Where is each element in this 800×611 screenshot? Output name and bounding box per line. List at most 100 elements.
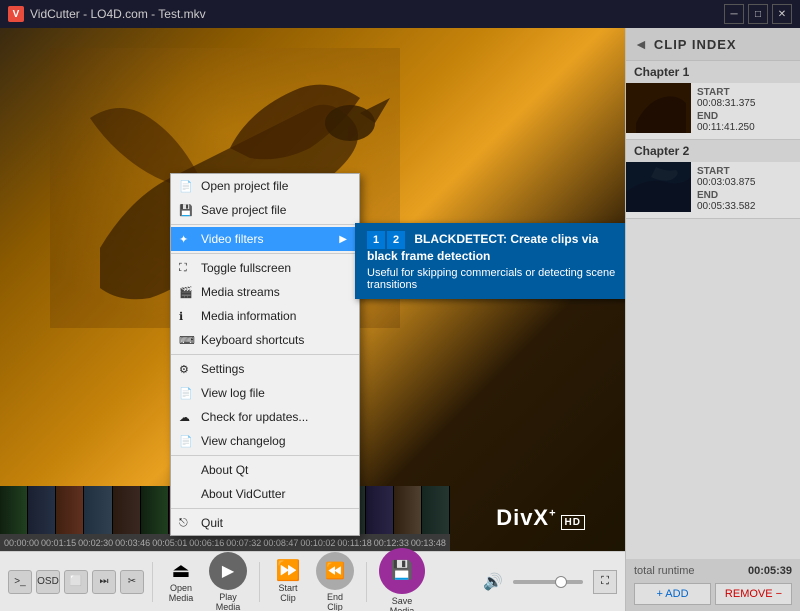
menu-separator-2 [171,253,359,254]
toolbar-right: 🔊 ⛶ [483,570,617,594]
menu-separator-3 [171,354,359,355]
context-menu[interactable]: 📄 Open project file 💾 Save project file … [170,173,360,536]
menu-separator-1 [171,224,359,225]
menu-view-log[interactable]: 📄 View log file [171,381,359,405]
tooltip-title: 1 2 BLACKDETECT: Create clips via black … [367,231,623,263]
media-streams-icon: 🎬 [179,286,193,299]
play-media-button[interactable]: ▶ PlayMedia [205,548,251,611]
terminal-button[interactable]: >_ [8,570,32,594]
open-project-icon: 📄 [179,180,193,193]
save-media-button[interactable]: 💾 SaveMedia [375,544,429,611]
clip-thumbnail-2 [626,162,691,212]
fullscreen-toggle-button[interactable]: ⛶ [593,570,617,594]
toolbar-divider-1 [152,562,153,602]
menu-save-project[interactable]: 💾 Save project file [171,198,359,222]
start-clip-button[interactable]: ⏩ StartClip [268,557,308,607]
menu-separator-4 [171,455,359,456]
film-frame [394,486,422,534]
open-media-button[interactable]: ⏏ OpenMedia [161,557,201,607]
menu-about-vidcutter[interactable]: About VidCutter [171,482,359,506]
film-frame [0,486,28,534]
menu-open-project[interactable]: 📄 Open project file [171,174,359,198]
start-clip-label: StartClip [278,583,297,603]
maximize-button[interactable]: □ [748,4,768,24]
update-icon: ☁ [179,411,190,424]
film-frame [422,486,450,534]
time-marker: 00:03:46 [115,538,150,548]
film-frame [28,486,56,534]
titlebar: V VidCutter - LO4D.com - Test.mkv ─ □ ✕ [0,0,800,28]
runtime-row: total runtime 00:05:39 [634,565,792,577]
time-marker: 00:06:16 [189,538,224,548]
save-icon: 💾 [379,548,425,594]
clip-index-panel: ◄ CLIP INDEX Chapter 1 START 00:08:31.37… [625,28,800,611]
menu-settings[interactable]: ⚙ Settings [171,357,359,381]
close-button[interactable]: ✕ [772,4,792,24]
runtime-value: 00:05:39 [748,565,792,577]
main-container: DivX+HD TIME: 00:05:3 FRAME: 12273 / 215… [0,28,800,611]
log-icon: 📄 [179,387,193,400]
fullscreen-icon: ⛶ [179,262,187,275]
time-marker: 00:08:47 [263,538,298,548]
play-icon: ▶ [209,552,247,590]
tooltip-numbers: 1 2 [367,231,405,249]
add-clip-button[interactable]: + ADD [634,583,711,605]
clip-2-end: END 00:05:33.582 [697,190,755,212]
start-clip-icon: ⏩ [276,561,301,581]
clip-index-footer: total runtime 00:05:39 + ADD REMOVE − [626,559,800,611]
menu-quit[interactable]: ⎋ Quit [171,511,359,535]
tooltip-num-2: 2 [387,231,405,249]
time-marker: 00:07:32 [226,538,261,548]
film-frame [366,486,394,534]
clip-item-1: START 00:08:31.375 END 00:11:41.250 [626,83,800,140]
window-controls[interactable]: ─ □ ✕ [724,4,792,24]
clip-index-header: ◄ CLIP INDEX [626,28,800,61]
eject-icon: ⏏ [172,561,191,581]
menu-check-updates[interactable]: ☁ Check for updates... [171,405,359,429]
save-media-label: SaveMedia [390,596,415,611]
clip-1-times: START 00:08:31.375 END 00:11:41.250 [691,83,761,139]
clip-actions: + ADD REMOVE − [634,583,792,605]
clip-1-end: END 00:11:41.250 [697,111,755,133]
remove-clip-button[interactable]: REMOVE − [715,583,792,605]
menu-media-streams[interactable]: 🎬 Media streams [171,280,359,304]
window-title: VidCutter - LO4D.com - Test.mkv [30,7,724,21]
menu-toggle-fullscreen[interactable]: ⛶ Toggle fullscreen [171,256,359,280]
clip-back-button[interactable]: ◄ [634,36,648,52]
skip-button[interactable]: ⏭ [92,570,116,594]
menu-changelog[interactable]: 📄 View changelog [171,429,359,453]
save-project-icon: 💾 [179,204,193,217]
tooltip-popup: 1 2 BLACKDETECT: Create clips via black … [355,223,625,299]
menu-media-information[interactable]: ℹ Media information [171,304,359,328]
screenshot-button[interactable]: ⬜ [64,570,88,594]
open-media-label: OpenMedia [169,583,194,603]
end-clip-icon: ⏪ [316,552,354,590]
menu-keyboard-shortcuts[interactable]: ⌨ Keyboard shortcuts [171,328,359,352]
osd-button[interactable]: OSD [36,570,60,594]
time-marker: 00:00:00 [4,538,39,548]
time-marker: 00:02:30 [78,538,113,548]
scissors-button[interactable]: ✂ [120,570,144,594]
quit-icon: ⎋ [179,517,188,530]
clip-item-2: START 00:03:03.875 END 00:05:33.582 [626,162,800,219]
tooltip-body: Useful for skipping commercials or detec… [367,267,623,291]
divx-logo: DivX+HD [496,505,585,531]
app-icon: V [8,6,24,22]
changelog-icon: 📄 [179,435,193,448]
end-clip-button[interactable]: ⏪ EndClip [312,548,358,611]
play-media-label: PlayMedia [216,592,241,611]
minimize-button[interactable]: ─ [724,4,744,24]
menu-video-filters[interactable]: ✦ Video filters ▶ [171,227,359,251]
menu-about-qt[interactable]: About Qt [171,458,359,482]
video-area: DivX+HD TIME: 00:05:3 FRAME: 12273 / 215… [0,28,625,611]
volume-slider[interactable] [513,580,583,584]
film-frame [113,486,141,534]
toolbar-divider-3 [366,562,367,602]
video-filters-icon: ✦ [179,233,188,246]
toolbar-divider-2 [259,562,260,602]
tooltip-num-1: 1 [367,231,385,249]
volume-thumb[interactable] [555,576,567,588]
film-frame [84,486,112,534]
clip-index-title: CLIP INDEX [654,37,737,52]
time-marker: 00:05:01 [152,538,187,548]
